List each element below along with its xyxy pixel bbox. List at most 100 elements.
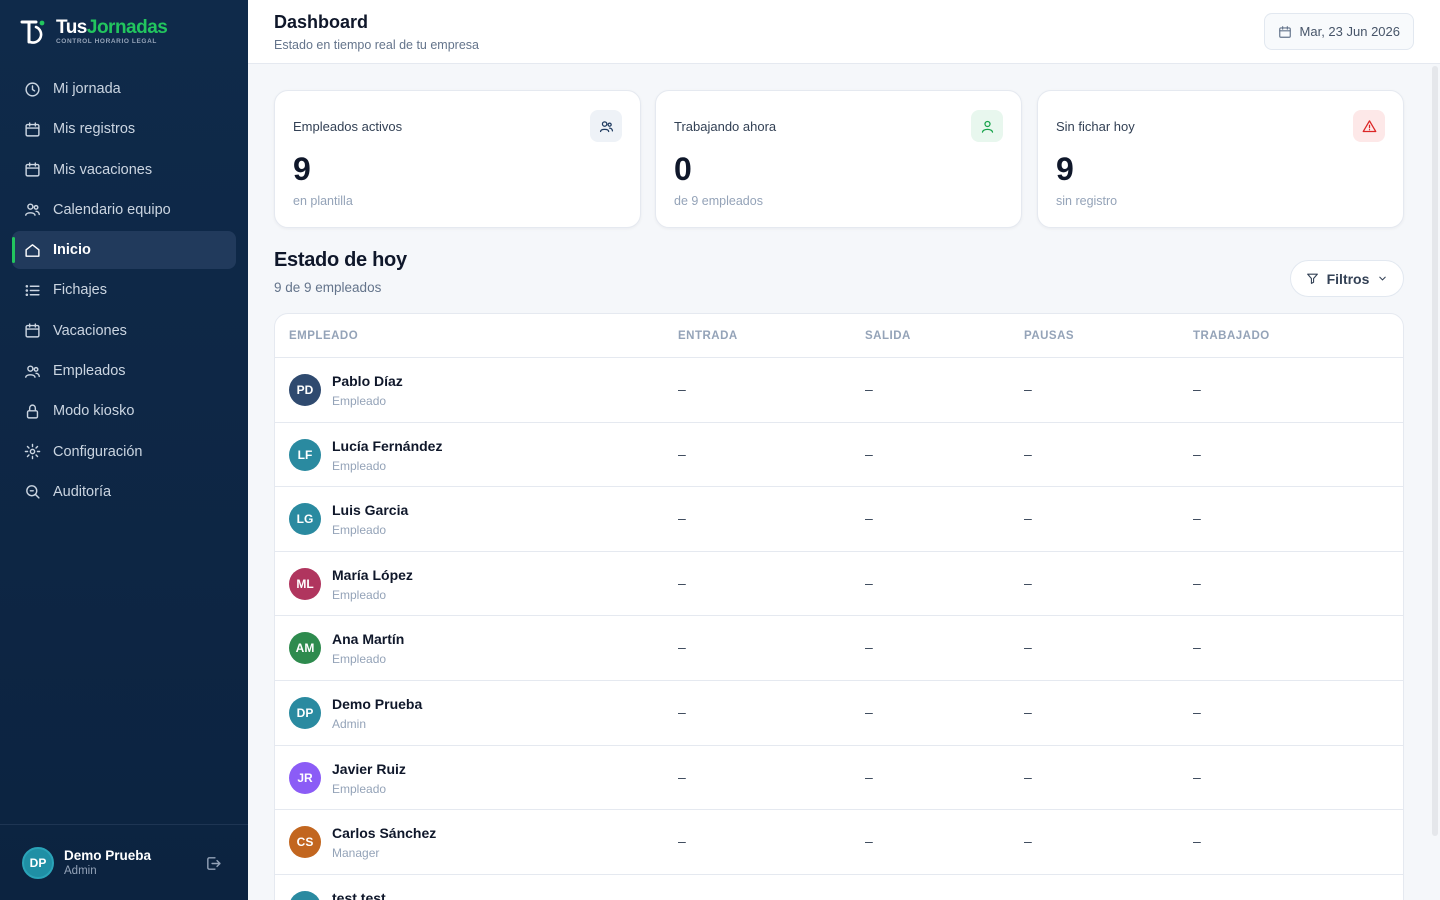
- table-row[interactable]: CS Carlos Sánchez Manager – – – –: [275, 810, 1403, 875]
- sidebar-item-configuración[interactable]: Configuración: [12, 433, 236, 471]
- cell-entrada: –: [678, 833, 686, 850]
- column-header-entrada[interactable]: ENTRADA: [678, 330, 738, 342]
- sidebar-item-label: Mis vacaciones: [53, 161, 153, 178]
- cell-entrada: –: [678, 381, 686, 397]
- sidebar-user[interactable]: DP Demo Prueba Admin: [0, 824, 248, 900]
- avatar: PD: [289, 374, 321, 406]
- brand-logo[interactable]: TusJornadas CONTROL HORARIO LEGAL: [20, 17, 168, 46]
- date-display[interactable]: Mar, 23 Jun 2026: [1263, 13, 1414, 50]
- table-body: PD Pablo Díaz Empleado – – – – LF Lucía Fernánde…: [275, 358, 1403, 900]
- card-foot: sin registro: [1056, 194, 1118, 208]
- card-value: 9: [293, 151, 311, 187]
- cell-entrada: –: [678, 768, 686, 785]
- card-label: Empleados activos: [293, 119, 403, 134]
- table-row[interactable]: AM Ana Martín Empleado – – – –: [275, 616, 1403, 681]
- cell-trabajado: –: [1193, 510, 1201, 527]
- sidebar-item-mi-jornada[interactable]: Mi jornada: [12, 70, 236, 108]
- users-icon: [25, 365, 40, 378]
- cell-pausas: –: [1024, 768, 1032, 785]
- employee-role: Admin: [332, 716, 367, 731]
- sidebar-item-label: Fichajes: [53, 282, 107, 299]
- card-sin-fichar: Sin fichar hoy 9 sin registro: [1037, 90, 1404, 228]
- column-header-salida[interactable]: SALIDA: [865, 330, 911, 342]
- cell-salida: –: [865, 510, 873, 527]
- avatar: JR: [289, 761, 321, 794]
- sidebar-item-fichajes[interactable]: Fichajes: [12, 271, 236, 309]
- cell-pausas: –: [1024, 381, 1032, 397]
- cell-entrada: –: [678, 445, 686, 462]
- sidebar-item-modo-kiosko[interactable]: Modo kiosko: [12, 392, 236, 430]
- card-foot: en plantilla: [293, 194, 353, 208]
- avatar: CS: [289, 826, 321, 859]
- section-subtitle: 9 de 9 empleados: [274, 280, 382, 295]
- brand-name-part1: Tus: [56, 17, 87, 39]
- sidebar-item-label: Vacaciones: [53, 322, 127, 339]
- employee-name: Luis Garcia: [332, 502, 409, 519]
- cell-salida: –: [865, 445, 873, 462]
- table-row[interactable]: LF Lucía Fernández Empleado – – – –: [275, 423, 1403, 488]
- table-header: EMPLEADO ENTRADA SALIDA PAUSAS TRABAJADO: [275, 314, 1403, 358]
- employee-name: test test: [332, 889, 386, 900]
- filter-button[interactable]: Filtros: [1290, 260, 1404, 297]
- cell-pausas: –: [1024, 574, 1032, 591]
- column-header-trabajado[interactable]: TRABAJADO: [1193, 330, 1270, 342]
- cell-entrada: –: [678, 510, 686, 527]
- chevron-down-icon: [1379, 276, 1387, 281]
- logout-icon[interactable]: [205, 855, 222, 872]
- sidebar-item-mis-vacaciones[interactable]: Mis vacaciones: [12, 151, 236, 189]
- user-role: Admin: [64, 865, 97, 877]
- table-row[interactable]: TTtest testEmpleado––––: [275, 875, 1403, 900]
- gear-icon: [24, 443, 41, 460]
- employee-role: Manager: [332, 846, 380, 861]
- employee-name: Ana Martín: [332, 631, 405, 648]
- column-header-empleado[interactable]: EMPLEADO: [289, 330, 358, 342]
- table-row[interactable]: DP Demo Prueba Admin – – – –: [275, 681, 1403, 746]
- sidebar-item-empleados[interactable]: Empleados: [12, 352, 236, 390]
- employee-name: Carlos Sánchez: [332, 825, 437, 842]
- page-scrollbar[interactable]: [1432, 66, 1438, 836]
- employee-role: Empleado: [332, 587, 387, 602]
- cell-salida: –: [865, 574, 873, 591]
- employee-role: Empleado: [332, 523, 387, 538]
- table-row[interactable]: JR Javier Ruiz Empleado – – – –: [275, 746, 1403, 811]
- avatar: ML: [289, 567, 321, 600]
- date-text: Mar, 23 Jun 2026: [1299, 24, 1400, 39]
- table-row[interactable]: ML María López Empleado – – – –: [275, 552, 1403, 617]
- card-trabajando-ahora: Trabajando ahora 0 de 9 empleados: [655, 90, 1022, 228]
- card-value: 9: [1056, 151, 1074, 187]
- employee-role: Empleado: [332, 394, 387, 408]
- employee-name: María López: [332, 566, 413, 583]
- sidebar-item-label: Mis registros: [53, 121, 136, 138]
- avatar: TT: [289, 890, 321, 900]
- cell-salida: –: [865, 639, 873, 656]
- card-value: 0: [674, 151, 692, 187]
- card-foot: de 9 empleados: [674, 194, 763, 208]
- cell-trabajado: –: [1193, 833, 1201, 850]
- sidebar: TusJornadas CONTROL HORARIO LEGAL Mi jor…: [0, 0, 248, 900]
- user-icon: [971, 110, 1003, 142]
- cell-salida: –: [865, 703, 873, 720]
- employee-role: Empleado: [332, 458, 387, 473]
- cell-salida: –: [865, 768, 873, 785]
- cell-entrada: –: [678, 639, 686, 656]
- sidebar-item-auditoría[interactable]: Auditoría: [12, 473, 236, 511]
- cell-pausas: –: [1024, 703, 1032, 720]
- sidebar-item-mis-registros[interactable]: Mis registros: [12, 110, 236, 148]
- filter-icon: [1306, 273, 1318, 284]
- card-label: Trabajando ahora: [674, 119, 777, 134]
- sidebar-item-calendario-equipo[interactable]: Calendario equipo: [12, 191, 236, 229]
- sidebar-item-vacaciones[interactable]: Vacaciones: [12, 312, 236, 350]
- sidebar-item-label: Configuración: [53, 443, 143, 460]
- table-row[interactable]: PD Pablo Díaz Empleado – – – –: [275, 358, 1403, 423]
- cell-trabajado: –: [1193, 768, 1201, 785]
- cell-trabajado: –: [1193, 639, 1201, 656]
- column-header-pausas[interactable]: PAUSAS: [1024, 330, 1074, 342]
- sidebar-item-inicio[interactable]: Inicio: [12, 231, 236, 270]
- cell-pausas: –: [1024, 510, 1032, 527]
- cell-pausas: –: [1024, 833, 1032, 850]
- clock-icon: [25, 81, 40, 97]
- page-title: Dashboard: [274, 12, 369, 32]
- calendar-icon: [25, 122, 40, 137]
- table-row[interactable]: LG Luis Garcia Empleado – – – –: [275, 487, 1403, 552]
- search-icon: [26, 485, 40, 500]
